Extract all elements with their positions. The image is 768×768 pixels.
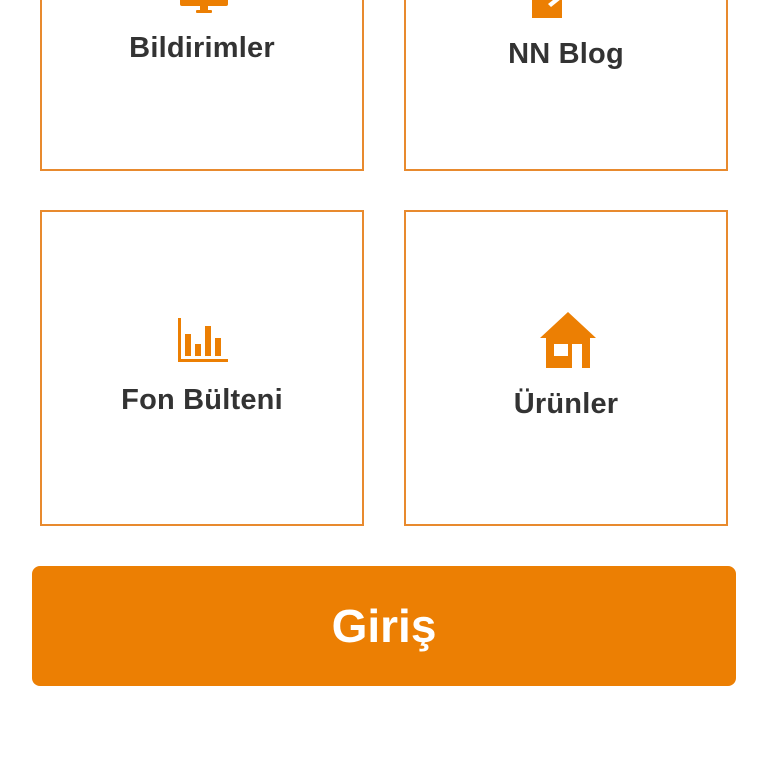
document-icon [532, 0, 562, 18]
tile-label-bildirimler: Bildirimler [129, 32, 275, 64]
tile-label-urunler: Ürünler [513, 388, 619, 420]
home-icon [540, 312, 596, 368]
tile-urunler[interactable]: Ürünler [404, 210, 728, 526]
monitor-icon [180, 0, 228, 13]
tile-bildirimler[interactable]: Bildirimler [40, 0, 364, 171]
tile-nn-blog[interactable]: NN Blog [404, 0, 728, 171]
tile-label-nn-blog: NN Blog [508, 38, 624, 70]
bar-chart-icon [178, 318, 228, 362]
tile-fon-bulteni[interactable]: Fon Bülteni [40, 210, 364, 526]
tile-label-fon-bulteni: Fon Bülteni [121, 384, 283, 416]
login-button[interactable]: Giriş [32, 566, 736, 686]
